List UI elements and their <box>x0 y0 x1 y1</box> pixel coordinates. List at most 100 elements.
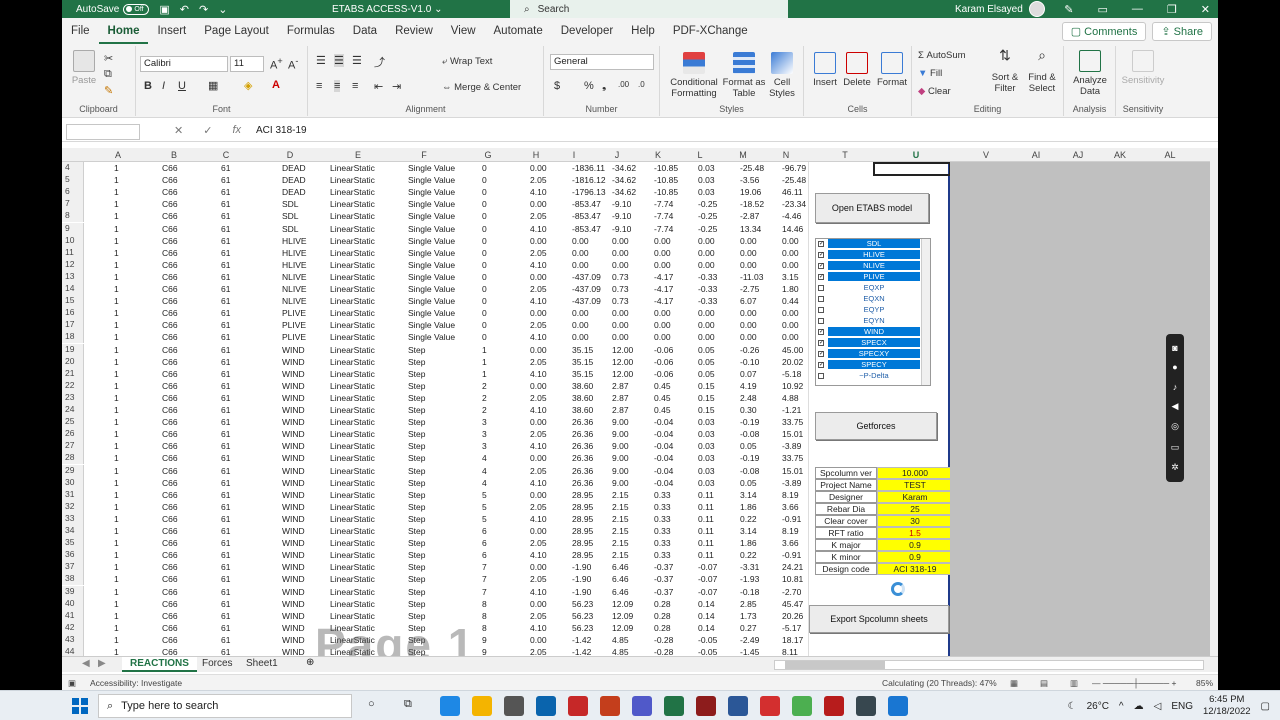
table-cell[interactable]: 0.00 <box>530 308 547 318</box>
row-number[interactable]: 8 <box>62 210 84 223</box>
table-cell[interactable]: 45.47 <box>782 599 803 609</box>
table-cell[interactable]: 1 <box>114 562 119 572</box>
table-cell[interactable]: 2.87 <box>612 393 629 403</box>
table-cell[interactable]: 1 <box>482 369 487 379</box>
table-cell[interactable]: -34.62 <box>612 163 636 173</box>
delete-cells-button[interactable]: Delete <box>842 52 872 88</box>
spcolumn-icon[interactable] <box>728 696 748 716</box>
table-cell[interactable]: -7.74 <box>654 211 673 221</box>
table-cell[interactable]: -0.07 <box>698 587 717 597</box>
checkbox[interactable]: ✓ <box>818 351 824 357</box>
table-cell[interactable]: -4.46 <box>782 211 801 221</box>
font-color-icon[interactable]: A <box>272 79 280 91</box>
table-cell[interactable]: 0.00 <box>698 320 715 330</box>
table-cell[interactable]: LinearStatic <box>330 211 375 221</box>
table-cell[interactable]: -1796.13 <box>572 187 606 197</box>
restore-icon[interactable]: ❐ <box>1167 3 1177 16</box>
table-cell[interactable]: 2.05 <box>530 320 547 330</box>
table-cell[interactable]: Step <box>408 429 426 439</box>
table-cell[interactable]: 61 <box>221 478 230 488</box>
table-cell[interactable]: -437.09 <box>572 272 601 282</box>
table-cell[interactable]: 0 <box>482 211 487 221</box>
table-cell[interactable]: 12.00 <box>612 369 633 379</box>
table-cell[interactable]: Step <box>408 599 426 609</box>
table-cell[interactable]: Step <box>408 466 426 476</box>
table-cell[interactable]: Single Value <box>408 332 455 342</box>
fx-icon[interactable]: fx <box>232 124 241 137</box>
table-cell[interactable]: -1.42 <box>572 635 591 645</box>
currency-icon[interactable]: $ <box>554 80 560 92</box>
table-cell[interactable]: -1816.12 <box>572 175 606 185</box>
table-cell[interactable]: LinearStatic <box>330 538 375 548</box>
table-cell[interactable]: C66 <box>162 369 178 379</box>
table-cell[interactable]: 0.00 <box>530 272 547 282</box>
row-number[interactable]: 36 <box>62 549 84 562</box>
table-cell[interactable]: -853.47 <box>572 211 601 221</box>
table-cell[interactable]: -0.04 <box>654 441 673 451</box>
table-cell[interactable]: C66 <box>162 187 178 197</box>
table-cell[interactable]: LinearStatic <box>330 441 375 451</box>
table-cell[interactable]: LinearStatic <box>330 393 375 403</box>
table-cell[interactable]: 6.46 <box>612 574 629 584</box>
table-cell[interactable]: 0.45 <box>654 381 671 391</box>
format-cells-button[interactable]: Format <box>876 52 908 88</box>
store-icon[interactable] <box>504 696 524 716</box>
table-cell[interactable]: 9.00 <box>612 429 629 439</box>
table-cell[interactable]: 6.46 <box>612 562 629 572</box>
table-cell[interactable]: -0.37 <box>654 574 673 584</box>
enter-icon[interactable]: ✓ <box>203 124 212 137</box>
table-cell[interactable]: C66 <box>162 550 178 560</box>
table-cell[interactable]: 1 <box>114 163 119 173</box>
page-break-icon[interactable]: ▥ <box>1070 678 1078 689</box>
load-case-item[interactable]: ✓ SPECXY <box>816 349 930 360</box>
table-cell[interactable]: 61 <box>221 308 230 318</box>
table-cell[interactable]: 28.95 <box>572 550 593 560</box>
table-cell[interactable]: 0 <box>482 296 487 306</box>
column-header-c[interactable]: C <box>220 150 232 160</box>
table-cell[interactable]: Single Value <box>408 320 455 330</box>
table-cell[interactable]: C66 <box>162 308 178 318</box>
table-cell[interactable]: Single Value <box>408 236 455 246</box>
table-cell[interactable]: 15.01 <box>782 466 803 476</box>
table-cell[interactable]: 0.00 <box>612 332 629 342</box>
table-cell[interactable]: 0.00 <box>572 248 589 258</box>
table-cell[interactable]: 3 <box>482 417 487 427</box>
table-cell[interactable]: -0.91 <box>782 514 801 524</box>
table-cell[interactable]: 0.11 <box>698 526 714 536</box>
table-cell[interactable]: -0.26 <box>740 345 759 355</box>
table-cell[interactable]: 1.86 <box>740 538 757 548</box>
table-cell[interactable]: 0.30 <box>740 405 757 415</box>
table-cell[interactable]: -0.07 <box>698 562 717 572</box>
table-cell[interactable]: C66 <box>162 514 178 524</box>
column-header-k[interactable]: K <box>652 150 664 160</box>
table-cell[interactable]: C66 <box>162 272 178 282</box>
table-cell[interactable]: C66 <box>162 345 178 355</box>
table-cell[interactable]: C66 <box>162 175 178 185</box>
task-view-icon[interactable]: ⧉ <box>404 698 412 711</box>
table-cell[interactable]: C66 <box>162 478 178 488</box>
table-cell[interactable]: WIND <box>282 562 305 572</box>
page-layout-icon[interactable]: ▤ <box>1040 678 1048 689</box>
table-cell[interactable]: LinearStatic <box>330 502 375 512</box>
table-cell[interactable]: 5 <box>482 502 487 512</box>
table-cell[interactable]: 1 <box>482 357 487 367</box>
cancel-icon[interactable]: ✕ <box>174 124 183 137</box>
table-cell[interactable]: 1.73 <box>740 611 757 621</box>
table-cell[interactable]: HLIVE <box>282 236 307 246</box>
table-cell[interactable]: Step <box>408 369 426 379</box>
worksheet-grid[interactable]: 4 1 C66 61 DEAD LinearStatic Single Value 0 0.00… <box>62 162 808 658</box>
table-cell[interactable]: 2.05 <box>530 574 547 584</box>
table-cell[interactable]: LinearStatic <box>330 381 375 391</box>
row-number[interactable]: 31 <box>62 488 84 501</box>
table-cell[interactable]: 1 <box>114 417 119 427</box>
tab-insert[interactable]: Insert <box>148 18 195 44</box>
sp-app-icon[interactable] <box>888 696 908 716</box>
table-cell[interactable]: 38.60 <box>572 381 593 391</box>
tab-help[interactable]: Help <box>622 18 664 44</box>
table-cell[interactable]: WIND <box>282 635 305 645</box>
table-cell[interactable]: Single Value <box>408 284 455 294</box>
table-cell[interactable]: 0.28 <box>654 611 671 621</box>
table-cell[interactable]: -9.10 <box>612 224 631 234</box>
table-cell[interactable]: 61 <box>221 635 230 645</box>
table-cell[interactable]: 12.09 <box>612 611 633 621</box>
